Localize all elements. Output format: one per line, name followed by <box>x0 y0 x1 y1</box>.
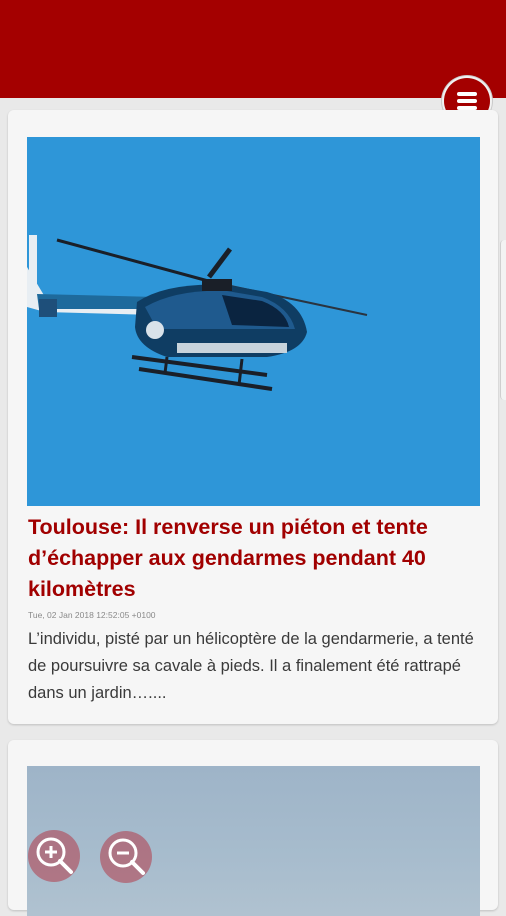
top-app-bar <box>0 0 506 98</box>
zoom-in-icon <box>36 837 73 874</box>
article-image[interactable] <box>27 766 480 916</box>
zoom-out-button[interactable] <box>100 831 152 883</box>
article-card[interactable] <box>8 740 498 916</box>
article-card[interactable]: Toulouse: Il renverse un piéton et tente… <box>8 110 498 724</box>
article-date: Tue, 02 Jan 2018 12:52:05 +0100 <box>28 610 156 620</box>
helicopter-illustration <box>27 137 480 506</box>
article-excerpt: L’individu, pisté par un hélicoptère de … <box>28 630 474 702</box>
article-image[interactable] <box>27 137 480 506</box>
zoom-out-icon <box>108 838 145 875</box>
scroll-handle[interactable] <box>500 240 506 400</box>
zoom-in-button[interactable] <box>28 830 80 882</box>
article-title[interactable]: Toulouse: Il renverse un piéton et tente… <box>28 512 478 605</box>
